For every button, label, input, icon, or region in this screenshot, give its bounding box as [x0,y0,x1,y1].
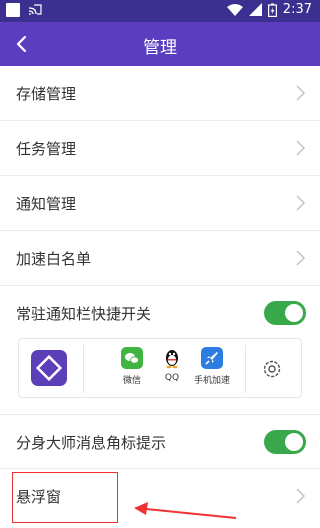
settings-row-storage[interactable]: 存储管理 [0,66,320,121]
page-title: 管理 [143,38,177,58]
notification-shortcut-preview: 微信 QQ 手机加速 [18,338,302,398]
settings-row-label: 加速白名单 [16,250,92,268]
toggle-knob [285,304,303,322]
app-bar: 管理 [0,22,320,66]
status-right: 2:37 [226,2,312,17]
settings-row-label: 常驻通知栏快捷开关 [16,305,152,323]
toggle-knob [285,433,303,451]
qq-icon [161,347,183,369]
chevron-right-icon [296,488,306,504]
settings-row-persistent-notification: 常驻通知栏快捷开关 [0,286,320,341]
shortcut-label: 手机加速 [193,376,230,386]
settings-row-label: 任务管理 [16,140,77,158]
cast-icon [28,4,42,15]
settings-row-label: 分身大师消息角标提示 [16,434,167,452]
settings-row-whitelist[interactable]: 加速白名单 [0,231,320,286]
signal-icon [248,3,262,16]
app-logo-icon [31,350,67,386]
settings-row-badge: 分身大师消息角标提示 [0,414,320,469]
chevron-right-icon [296,85,306,101]
settings-row-label: 存储管理 [16,85,77,103]
chevron-right-icon [296,250,306,266]
wechat-icon [121,347,143,369]
settings-row-notifications[interactable]: 通知管理 [0,176,320,231]
rocket-icon [201,347,223,369]
clock: 2:37 [282,2,312,17]
divider [83,345,84,393]
shortcut-phone-boost[interactable]: 手机加速 [185,347,239,386]
settings-row-label: 通知管理 [16,195,77,213]
status-left [6,3,42,17]
status-bar: 2:37 [0,0,320,22]
badge-toggle[interactable] [264,430,306,454]
notification-square-icon [6,3,20,17]
divider [245,345,246,393]
wifi-icon [226,4,243,16]
gear-icon[interactable] [261,358,283,380]
chevron-right-icon [296,195,306,211]
settings-row-tasks[interactable]: 任务管理 [0,121,320,176]
chevron-right-icon [296,140,306,156]
persistent-notification-toggle[interactable] [264,301,306,325]
battery-icon [267,2,277,17]
highlight-box [12,472,118,523]
